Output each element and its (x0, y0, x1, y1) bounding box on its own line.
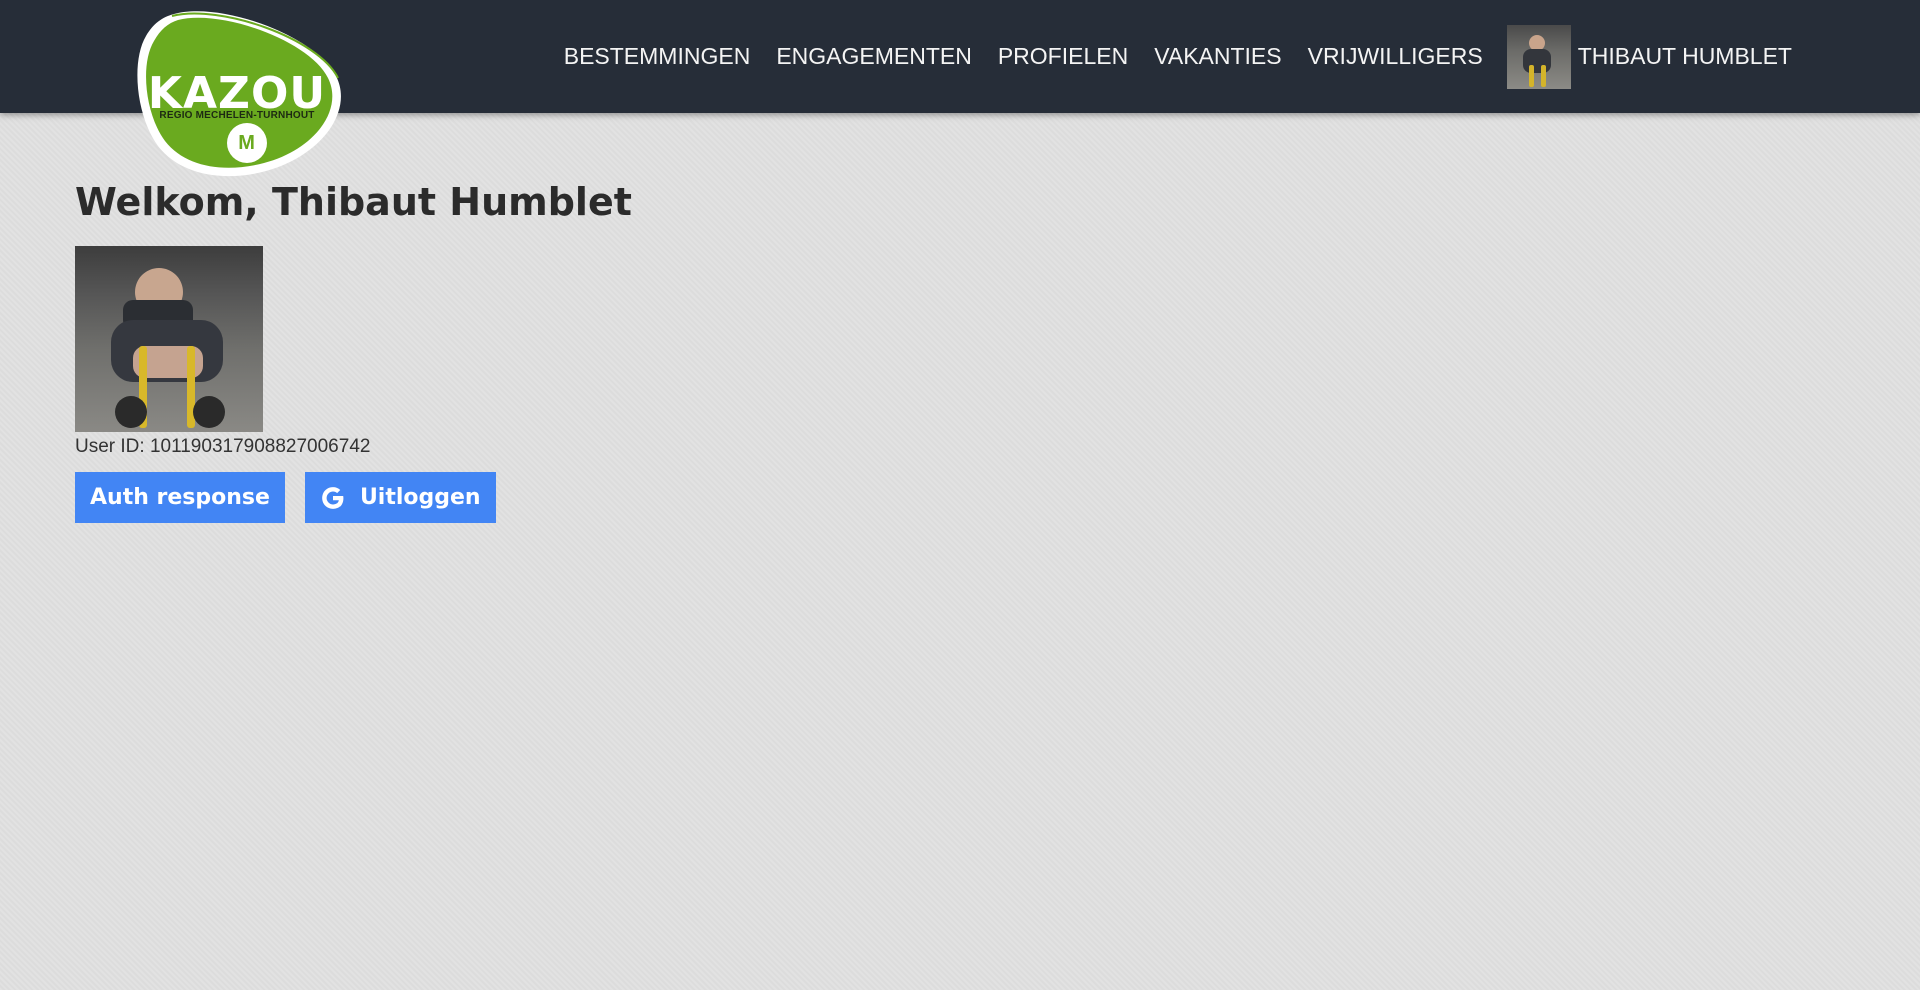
user-menu[interactable]: THIBAUT HUMBLET (1506, 24, 1792, 89)
page-title: Welkom, Thibaut Humblet (75, 180, 632, 224)
logout-button[interactable]: Uitloggen (304, 472, 496, 523)
user-id-text: User ID: 101190317908827006742 (75, 436, 371, 457)
logo-region: REGIO MECHELEN-TURNHOUT (159, 110, 315, 121)
profile-photo (75, 246, 263, 432)
logo-badge-icon: M (226, 123, 267, 163)
kazou-logo[interactable]: KAZOU REGIO MECHELEN-TURNHOUT M (126, 6, 348, 178)
main-navigation: BESTEMMINGEN ENGAGEMENTEN PROFIELEN VAKA… (564, 0, 1792, 113)
main-content: Welkom, Thibaut Humblet User ID: 1011903… (75, 170, 632, 523)
nav-item-bestemmingen[interactable]: BESTEMMINGEN (564, 43, 751, 70)
nav-item-profielen[interactable]: PROFIELEN (998, 43, 1128, 70)
nav-item-vakanties[interactable]: VAKANTIES (1154, 43, 1281, 70)
logout-label: Uitloggen (359, 485, 481, 510)
action-buttons: Auth response Uitloggen (75, 472, 632, 523)
auth-response-button[interactable]: Auth response (75, 472, 285, 523)
nav-item-engagementen[interactable]: ENGAGEMENTEN (776, 43, 972, 70)
google-icon (322, 486, 344, 509)
user-name: THIBAUT HUMBLET (1577, 43, 1792, 69)
user-avatar (1506, 24, 1571, 89)
nav-item-vrijwilligers[interactable]: VRIJWILLIGERS (1308, 43, 1483, 70)
